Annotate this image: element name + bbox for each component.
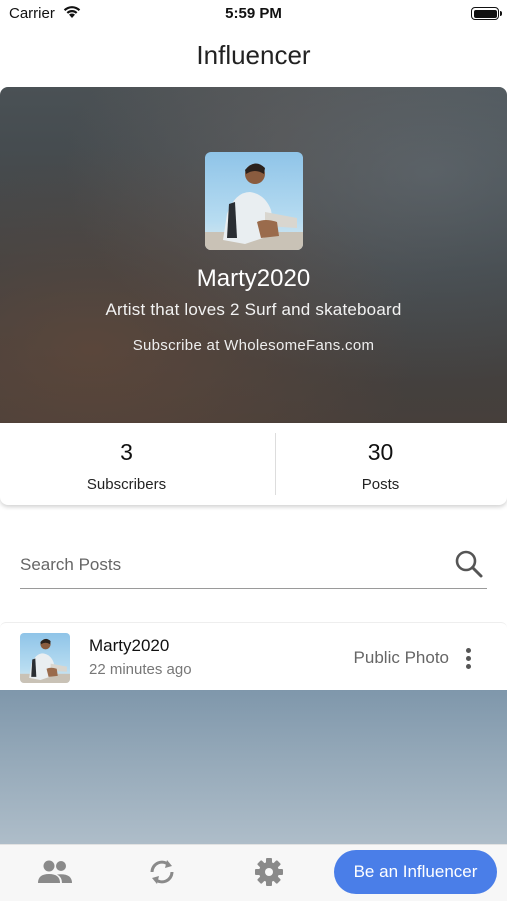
post-image[interactable] — [0, 690, 507, 844]
subscribe-link[interactable]: Subscribe at WholesomeFans.com — [0, 337, 507, 354]
subscribers-count: 3 — [120, 439, 133, 465]
bottom-nav: Be an Influencer — [0, 844, 507, 901]
posts-stat[interactable]: 30 Posts — [254, 423, 507, 505]
profile-bio: Artist that loves 2 Surf and skateboard — [105, 300, 402, 319]
post-header[interactable]: Marty2020 22 minutes ago Public Photo — [0, 622, 507, 691]
be-an-influencer-button[interactable]: Be an Influencer — [334, 850, 497, 894]
subscribers-label: Subscribers — [86, 476, 167, 493]
post-author: Marty2020 — [89, 636, 170, 655]
subscribers-stat[interactable]: 3 Subscribers — [0, 423, 253, 505]
more-vertical-icon[interactable] — [459, 647, 477, 671]
post-author-avatar[interactable] — [20, 633, 70, 683]
posts-count: 30 — [367, 439, 394, 465]
search-icon[interactable] — [453, 548, 485, 580]
search-bar — [20, 545, 487, 589]
page-title: Influencer — [196, 40, 311, 70]
status-time: 5:59 PM — [225, 5, 282, 22]
post-timestamp: 22 minutes ago — [89, 661, 192, 678]
profile-hero: Marty2020 Artist that loves 2 Surf and s… — [0, 87, 507, 423]
profile-username: Marty2020 — [196, 265, 311, 292]
posts-label: Posts — [361, 476, 400, 493]
status-bar: Carrier 5:59 PM — [0, 0, 507, 28]
people-icon[interactable] — [37, 857, 72, 887]
refresh-icon[interactable] — [145, 857, 179, 887]
profile-avatar[interactable] — [205, 152, 303, 250]
battery-icon — [471, 7, 502, 20]
settings-icon[interactable] — [252, 857, 286, 887]
search-input[interactable] — [20, 551, 440, 579]
post-type-label: Public Photo — [353, 648, 449, 667]
profile-stats: 3 Subscribers 30 Posts — [0, 423, 507, 505]
